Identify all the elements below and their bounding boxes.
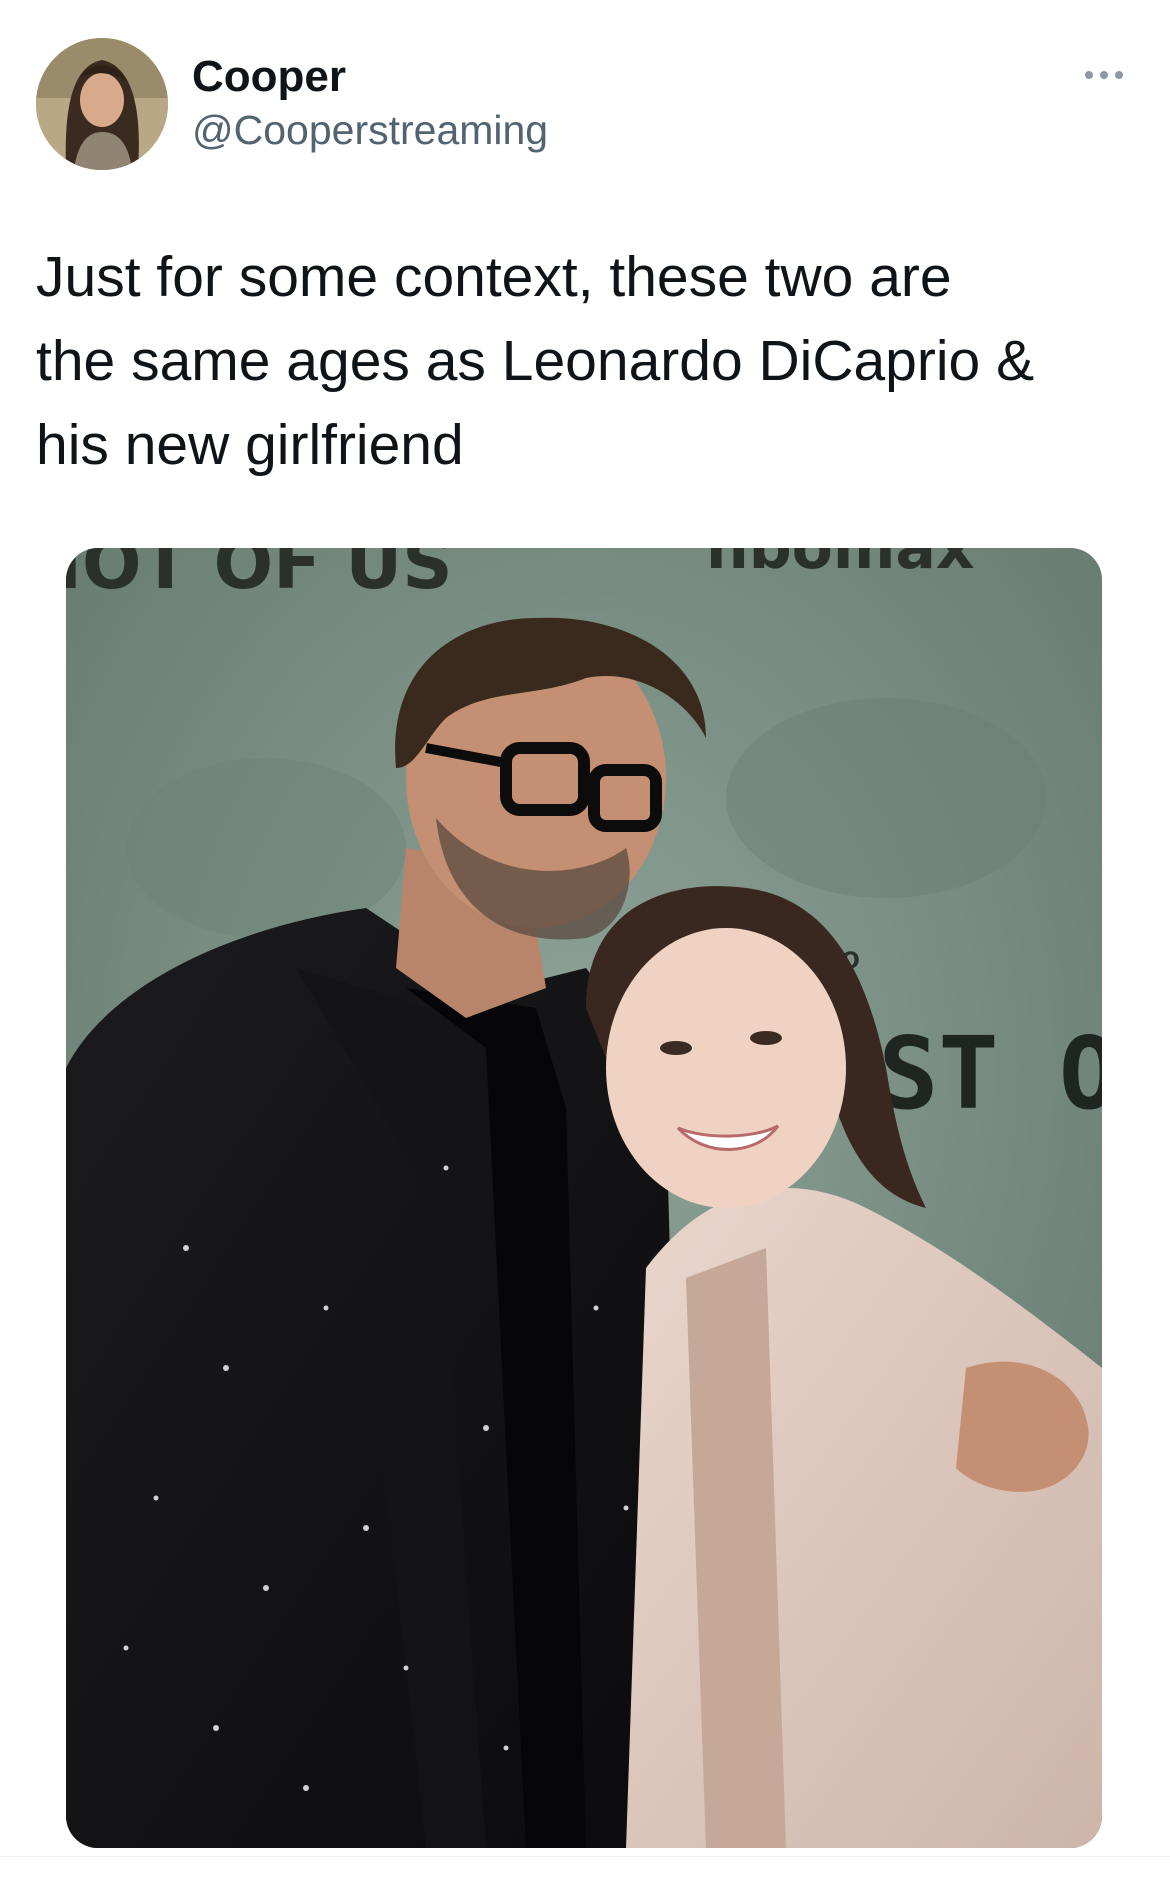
tweet-divider xyxy=(0,1856,1170,1857)
author-handle[interactable]: @Cooperstreaming xyxy=(192,104,548,156)
photo-image: IOT OF US hbomax HBO AST OF US xyxy=(66,548,1102,1848)
author-display-name[interactable]: Cooper xyxy=(192,50,346,104)
tweet: Cooper @Cooperstreaming Just for some co… xyxy=(0,0,1170,1884)
author-avatar[interactable] xyxy=(36,38,168,170)
backdrop-text-top-left: IOT OF US xyxy=(66,548,453,605)
avatar-photo-icon xyxy=(36,38,168,170)
tweet-text: Just for some context, these two are the… xyxy=(36,245,1035,477)
backdrop-text-top-right: hbomax xyxy=(706,548,975,583)
more-dot xyxy=(1100,71,1108,79)
tweet-photo[interactable]: IOT OF US hbomax HBO AST OF US xyxy=(66,548,1102,1848)
more-dot xyxy=(1085,71,1093,79)
more-dot xyxy=(1115,71,1123,79)
more-options-icon[interactable] xyxy=(1076,60,1132,90)
